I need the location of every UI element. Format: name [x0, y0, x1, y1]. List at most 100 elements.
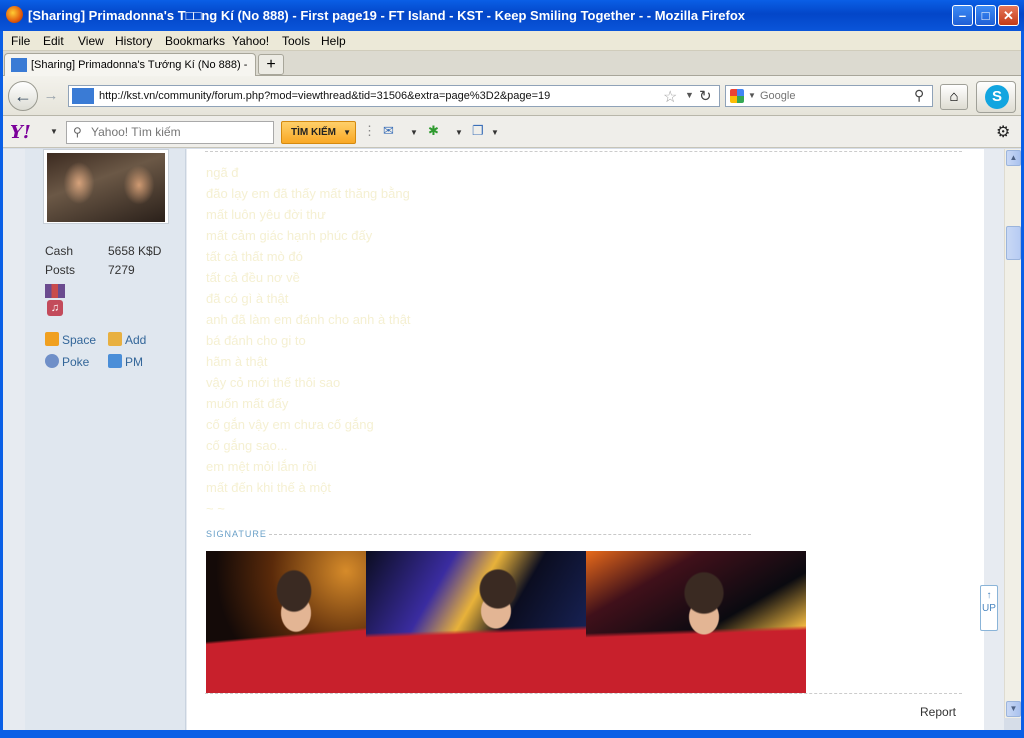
signature-photo-3 [586, 551, 806, 693]
new-tab-button[interactable]: + [258, 54, 284, 75]
report-link[interactable]: Report [920, 705, 956, 719]
signature-photo-1 [206, 551, 366, 693]
space-label: Space [62, 333, 97, 347]
reload-icon[interactable]: ↻ [699, 87, 712, 105]
window-title: [Sharing] Primadonna's T□□ng Kí (No 888)… [28, 8, 746, 23]
scroll-down-arrow-icon[interactable]: ▼ [1006, 701, 1021, 717]
post-line: mất cảm giác hạnh phúc đấy [206, 228, 373, 243]
google-engine-icon[interactable] [730, 89, 744, 103]
menu-help[interactable]: Help [321, 34, 346, 48]
handshake-icon [108, 332, 122, 346]
chevron-down-icon: ▼ [343, 128, 351, 137]
mail-dropdown-icon[interactable]: ▼ [410, 128, 418, 146]
pages-dropdown-icon[interactable]: ▼ [491, 128, 499, 146]
up-label: UP [982, 603, 996, 614]
post-line: ngã đ [206, 165, 239, 180]
post-line: mất luôn yêu đời thư [206, 207, 326, 222]
menu-file[interactable]: File [11, 34, 30, 48]
navigation-bar: ← → http://kst.vn/community/forum.php?mo… [0, 76, 1024, 116]
menu-yahoo[interactable]: Yahoo! [232, 34, 269, 48]
post-line: cố gắng sao... [206, 438, 288, 453]
pm-label: PM [125, 355, 143, 369]
mail-icon[interactable]: ✉ [383, 123, 394, 141]
maximize-button[interactable]: □ [975, 5, 996, 26]
bookmark-star-icon[interactable]: ☆ [663, 87, 677, 107]
avatar[interactable] [43, 149, 169, 224]
vertical-scrollbar[interactable]: ▲ ▼ [1004, 149, 1021, 718]
tab-active[interactable]: [Sharing] Primadonna's Tướng Kí (No 888)… [4, 53, 256, 76]
yahoo-search-box[interactable]: ⚲ [66, 121, 274, 144]
menu-bookmarks[interactable]: Bookmarks [165, 34, 225, 48]
url-history-dropdown-icon[interactable]: ▼ [685, 90, 694, 100]
yahoo-search-input[interactable] [91, 125, 271, 139]
post-line: vậy cỏ mới thế thôi sao [206, 375, 341, 390]
menu-history[interactable]: History [115, 34, 152, 48]
skype-icon: S [985, 85, 1009, 109]
scrollbar-thumb[interactable] [1006, 226, 1021, 260]
widgets-icon[interactable]: ✱ [428, 123, 439, 141]
envelope-icon [108, 354, 122, 368]
widgets-dropdown-icon[interactable]: ▼ [455, 128, 463, 146]
toolbar-separator-icon: ⋮ [363, 123, 376, 138]
gear-icon[interactable]: ⚙ [996, 122, 1010, 142]
post-line: em mệt mỏi lắm rồi [206, 459, 317, 474]
yahoo-toolbar: Y! ▼ ⚲ TÌM KIẾM ▼ ⋮ ✉ ▼ ✱ ▼ ❐ ▼ ⚙ [0, 116, 1024, 148]
yahoo-search-button[interactable]: TÌM KIẾM ▼ [281, 121, 356, 144]
signature-label: SIGNATURE [206, 529, 267, 539]
yahoo-menu-dropdown-icon[interactable]: ▼ [50, 127, 58, 136]
web-search-box[interactable]: ▼ ⚲ [725, 85, 933, 107]
cash-label: Cash [45, 244, 74, 258]
post-text: ngã đ đão lạy em đã thấy mất thăng bằng mấ… [206, 165, 411, 522]
url-text[interactable]: http://kst.vn/community/forum.php?mod=vi… [99, 90, 550, 102]
scroll-to-top-button[interactable]: ↑ UP [980, 585, 998, 631]
signature-banner [206, 551, 806, 693]
menu-tools[interactable]: Tools [282, 34, 310, 48]
site-favicon-icon [11, 58, 27, 72]
close-button[interactable]: ✕ [998, 5, 1019, 26]
add-friend-link[interactable]: Add [108, 332, 146, 347]
window-frame [0, 730, 1024, 738]
post-line: anh đã làm em đánh cho anh à thật [206, 312, 411, 327]
url-bar[interactable]: http://kst.vn/community/forum.php?mod=vi… [68, 85, 720, 107]
cash-value: 5658 K$D [108, 244, 162, 258]
space-link[interactable]: Space [45, 332, 96, 347]
post-line: mất đến khi thế à một [206, 480, 332, 495]
posts-value: 7279 [108, 263, 135, 277]
divider [205, 151, 962, 152]
divider [205, 693, 962, 694]
engine-dropdown-icon[interactable]: ▼ [748, 91, 756, 100]
post-line: tất cả thất mò đó [206, 249, 303, 264]
pages-icon[interactable]: ❐ [472, 123, 484, 141]
forward-button[interactable]: → [40, 86, 62, 106]
menu-edit[interactable]: Edit [43, 34, 64, 48]
pm-link[interactable]: PM [108, 354, 143, 369]
search-icon[interactable]: ⚲ [914, 87, 924, 104]
site-identity-icon[interactable] [72, 88, 94, 104]
poke-link[interactable]: Poke [45, 354, 89, 369]
back-button[interactable]: ← [8, 81, 38, 111]
skype-button[interactable]: S [976, 81, 1016, 113]
window-frame [0, 31, 3, 738]
post-line: bá đánh cho gi to [206, 333, 306, 348]
post-line: muốn mất đấy [206, 396, 289, 411]
post-line: cố gắn vậy em chưa cố gắng [206, 417, 374, 432]
scroll-up-arrow-icon[interactable]: ▲ [1006, 150, 1021, 166]
posts-label: Posts [45, 263, 76, 277]
add-label: Add [125, 333, 147, 347]
medal-icon[interactable]: ♫ [45, 284, 65, 318]
web-search-input[interactable] [760, 88, 910, 104]
window-titlebar: [Sharing] Primadonna's T□□ng Kí (No 888)… [0, 0, 1024, 31]
home-button[interactable]: ⌂ [940, 84, 968, 110]
post-body: ngã đ đão lạy em đã thấy mất thăng bằng mấ… [187, 149, 984, 738]
post-line: ~ ~ [206, 501, 225, 516]
poke-icon [45, 354, 59, 368]
menu-view[interactable]: View [78, 34, 104, 48]
avatar-photo [47, 153, 165, 222]
signature-photo-2 [366, 551, 586, 693]
tab-bar: [Sharing] Primadonna's Tướng Kí (No 888)… [0, 51, 1024, 76]
minimize-button[interactable]: – [952, 5, 973, 26]
signature-divider [269, 534, 751, 535]
home-icon [45, 332, 59, 346]
post-line: đã có gì à thật [206, 291, 289, 306]
yahoo-logo[interactable]: Y! [10, 122, 31, 143]
